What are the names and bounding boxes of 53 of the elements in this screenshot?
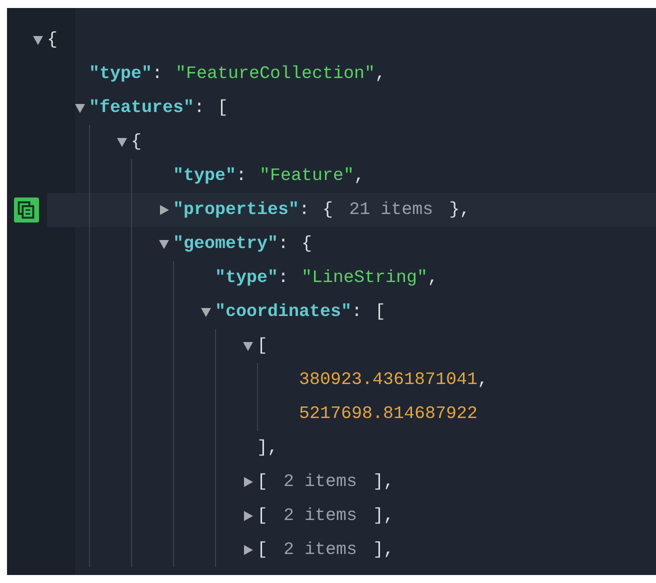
comma: , <box>354 166 365 186</box>
open-bracket: { <box>47 30 58 50</box>
open-bracket: [ <box>257 336 268 356</box>
open-bracket: [ <box>375 302 386 322</box>
json-key: "type" <box>89 64 152 84</box>
close-bracket: ], <box>257 438 278 458</box>
colon: : <box>194 98 205 118</box>
open-bracket: [ <box>218 98 228 118</box>
item-count: 2 items <box>282 472 358 492</box>
json-key: "type" <box>215 268 278 288</box>
json-key: "coordinates" <box>215 302 352 322</box>
comma: , <box>428 268 438 288</box>
caret-down-icon[interactable] <box>74 102 86 114</box>
close-bracket: ], <box>373 540 394 560</box>
caret-down-icon[interactable] <box>32 34 44 46</box>
json-key: "type" <box>173 166 236 186</box>
colon: : <box>299 200 310 220</box>
caret-right-icon[interactable] <box>242 510 254 522</box>
caret-down-icon[interactable] <box>242 340 254 352</box>
comma: , <box>375 64 386 84</box>
number-value: 5217698.814687922 <box>299 404 478 424</box>
string-value: "Feature" <box>260 166 354 186</box>
json-key: "geometry" <box>173 234 278 254</box>
colon: : <box>278 268 289 288</box>
colon: : <box>278 234 289 254</box>
open-bracket: { <box>131 132 142 152</box>
caret-down-icon[interactable] <box>116 136 128 148</box>
item-count: 2 items <box>282 506 358 526</box>
caret-right-icon[interactable] <box>158 204 170 216</box>
json-key: "properties" <box>173 200 300 220</box>
copy-icon[interactable] <box>14 197 39 223</box>
item-count: 2 items <box>282 540 358 560</box>
caret-right-icon[interactable] <box>242 544 254 556</box>
open-bracket: [ <box>257 506 268 526</box>
caret-down-icon[interactable] <box>200 306 212 318</box>
colon: : <box>152 64 163 84</box>
string-value: "FeatureCollection" <box>176 64 376 84</box>
number-value: 380923.4361871041 <box>299 370 478 390</box>
open-bracket: { <box>302 234 312 254</box>
comma: , <box>478 370 488 390</box>
string-value: "LineString" <box>302 268 428 288</box>
colon: : <box>352 302 362 322</box>
colon: : <box>236 166 247 186</box>
caret-right-icon[interactable] <box>242 476 254 488</box>
caret-down-icon[interactable] <box>158 238 170 250</box>
open-bracket: [ <box>257 540 268 560</box>
json-key: "features" <box>89 98 194 118</box>
close-bracket: ], <box>373 506 394 526</box>
open-bracket: { <box>322 200 334 220</box>
open-bracket: [ <box>257 472 268 492</box>
item-count: 21 items <box>348 200 434 220</box>
close-bracket: ], <box>373 472 394 492</box>
close-bracket: }, <box>449 200 470 220</box>
